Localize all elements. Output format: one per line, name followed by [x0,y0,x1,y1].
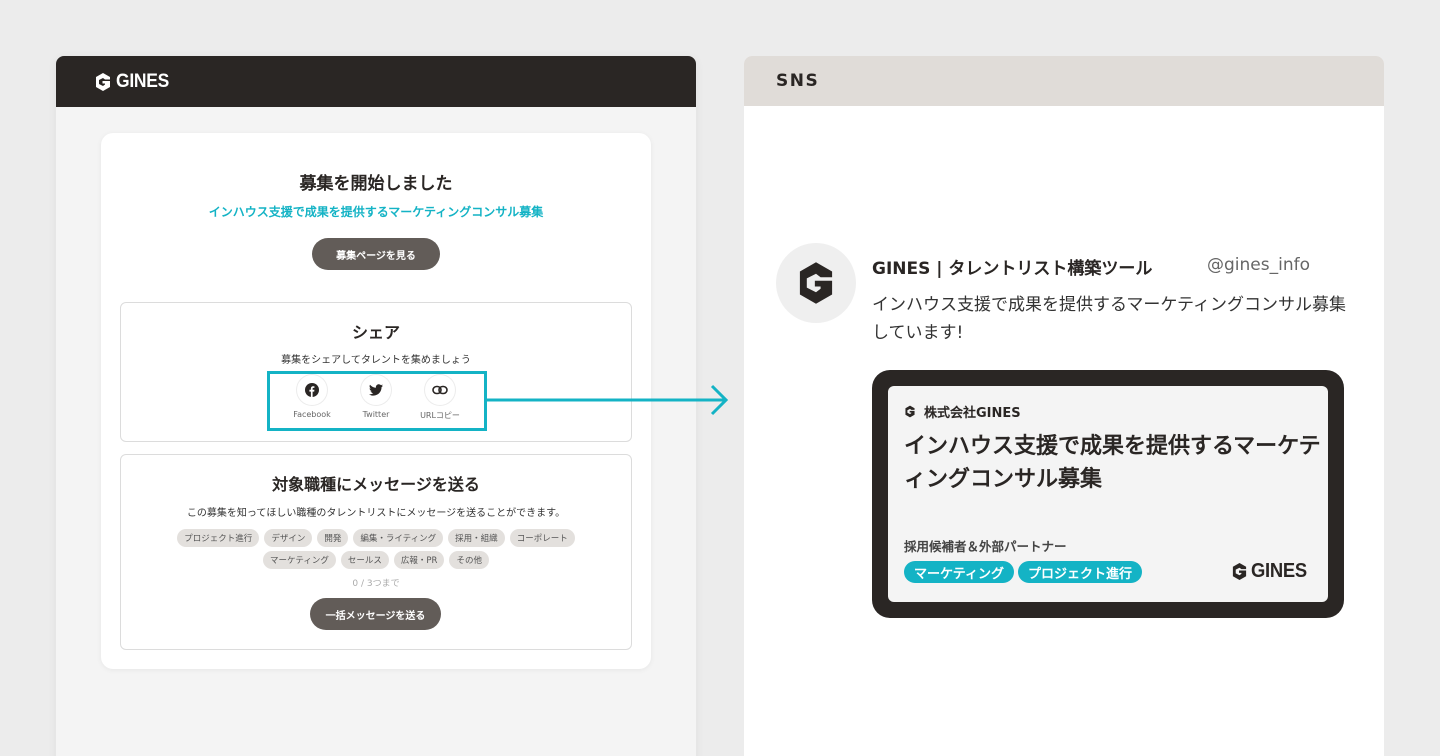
app-header: GINES [56,56,696,107]
sns-panel: SNS GINES | タレントリスト構築ツール @gines_info インハ… [744,56,1384,756]
link-preview-inner: 株式会社GINES インハウス支援で成果を提供するマーケティングコンサル募集 採… [888,386,1328,602]
preview-tag: プロジェクト進行 [1017,561,1142,583]
job-tag[interactable]: 採用・組織 [448,529,505,547]
share-section: シェア 募集をシェアしてタレントを集めましょう Facebook Twitter… [120,302,632,442]
job-tag[interactable]: セールス [340,551,389,569]
logo-text: GINES [116,70,170,92]
share-highlight-box [267,371,487,431]
job-tag[interactable]: 広報・PR [393,551,445,569]
send-bulk-message-button[interactable]: 一括メッセージを送る [310,598,441,630]
gines-logo-icon [1233,563,1247,580]
preview-tags: マーケティング プロジェクト進行 [904,561,1142,583]
job-tags-row: マーケティング セールス 広報・PR その他 [151,551,601,569]
gines-logo-icon [96,72,110,91]
message-title: 対象職種にメッセージを送る [272,475,480,494]
view-recruitment-page-button[interactable]: 募集ページを見る [312,238,440,270]
sns-header: SNS [744,56,1384,106]
share-description: 募集をシェアしてタレントを集めましょう [281,355,471,366]
post-text: インハウス支援で成果を提供するマーケティングコンサル募集しています! [872,295,1346,343]
message-section: 対象職種にメッセージを送る この募集を知ってほしい職種のタレントリストにメッセー… [120,454,632,650]
job-tag[interactable]: マーケティング [263,551,336,569]
preview-company: 株式会社GINES [904,402,1021,421]
message-description: この募集を知ってほしい職種のタレントリストにメッセージを送ることができます。 [186,508,566,519]
post-author-name[interactable]: GINES | タレントリスト構築ツール [872,254,1152,279]
gines-logo-icon [905,405,915,418]
job-tag[interactable]: コーポレート [509,529,575,547]
job-tag[interactable]: その他 [449,551,489,569]
preview-tag: マーケティング [904,561,1014,583]
preview-headline: インハウス支援で成果を提供するマーケティングコンサル募集 [904,434,1321,492]
arrow-connector-icon [484,384,729,416]
preview-gines-logo: GINES [1231,560,1312,583]
job-tag[interactable]: プロジェクト進行 [177,529,260,547]
gines-logo[interactable]: GINES [94,71,174,93]
preview-target: 採用候補者＆外部パートナー [904,539,1067,554]
job-tag[interactable]: 開発 [317,529,349,547]
post-author-handle[interactable]: @gines_info [1207,255,1310,275]
card-title: 募集を開始しました [299,174,453,194]
job-title-link[interactable]: インハウス支援で成果を提供するマーケティングコンサル募集 [101,203,651,220]
gines-logo-icon [799,262,833,304]
avatar[interactable] [776,243,856,323]
selection-count: 0 / 3つまで [352,579,400,589]
job-tags-row: プロジェクト進行 デザイン 開発 編集・ライティング 採用・組織 コーポレート [151,529,601,547]
job-tag[interactable]: デザイン [264,529,313,547]
sns-title: SNS [776,71,820,91]
link-preview-card[interactable]: 株式会社GINES インハウス支援で成果を提供するマーケティングコンサル募集 採… [872,370,1344,618]
preview-company-name: 株式会社GINES [924,406,1021,421]
share-title: シェア [351,323,400,342]
preview-logo-text: GINES [1251,560,1308,582]
job-tag[interactable]: 編集・ライティング [353,529,444,547]
